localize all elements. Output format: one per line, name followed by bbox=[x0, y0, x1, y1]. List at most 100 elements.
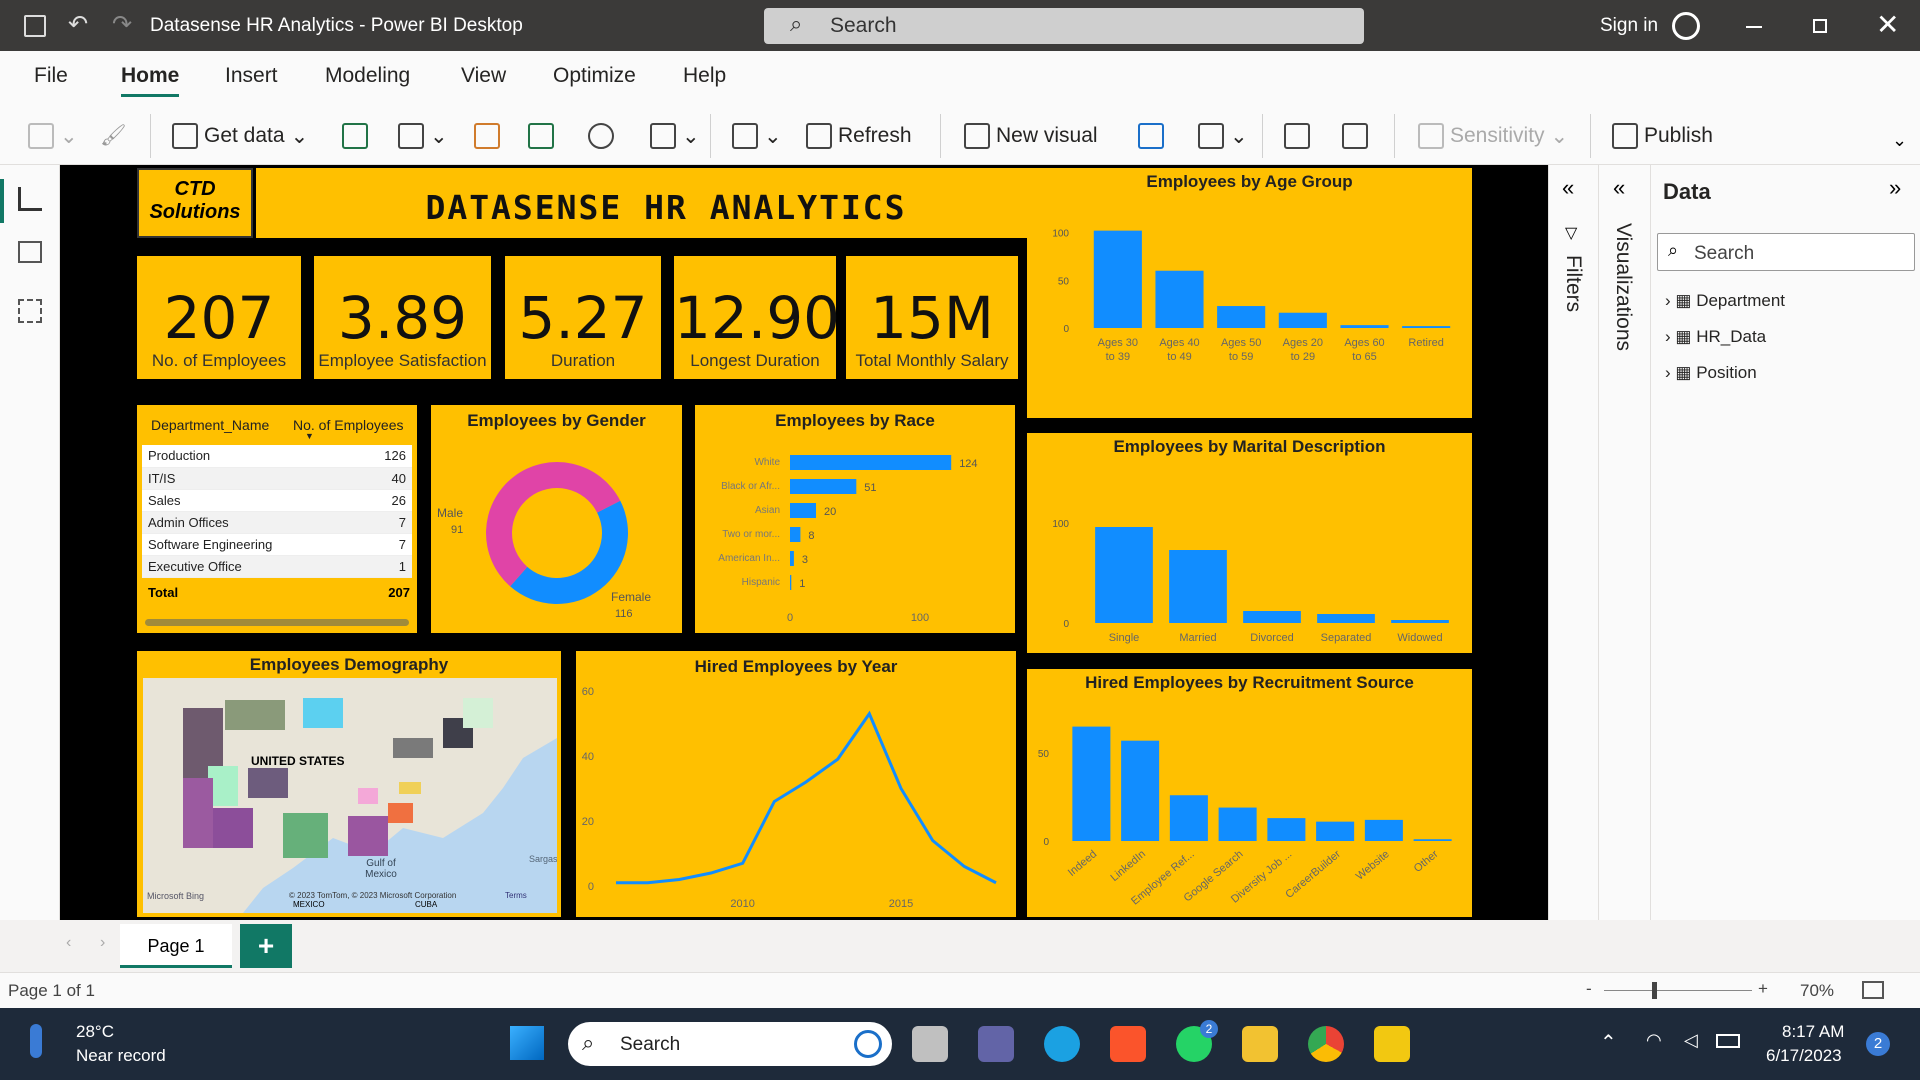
gender-chart-card[interactable]: Employees by Gender Male 91 Female 116 bbox=[431, 405, 682, 633]
undo-icon[interactable]: ↶ bbox=[68, 10, 88, 39]
restore-icon[interactable] bbox=[1813, 19, 1827, 33]
zoom-in-button[interactable]: + bbox=[1758, 979, 1768, 999]
clock-time[interactable]: 8:17 AM bbox=[1782, 1022, 1844, 1042]
get-data-button[interactable]: Get data ⌄ bbox=[172, 120, 308, 152]
race-chart-card[interactable]: Employees by Race White 124 Black or Afr..… bbox=[695, 405, 1015, 633]
task-view-icon[interactable] bbox=[912, 1026, 948, 1062]
data-pane-title: Data bbox=[1663, 179, 1711, 204]
clock-date[interactable]: 6/17/2023 bbox=[1766, 1046, 1842, 1066]
weather-desc[interactable]: Near record bbox=[76, 1046, 166, 1066]
power-bi-icon[interactable] bbox=[1374, 1026, 1410, 1062]
quick-measure-button[interactable] bbox=[1342, 120, 1368, 152]
table-view-icon[interactable] bbox=[18, 241, 42, 263]
menu-insert[interactable]: Insert bbox=[225, 64, 278, 88]
new-visual-button[interactable]: New visual bbox=[964, 120, 1098, 152]
sql-button[interactable] bbox=[474, 120, 500, 152]
marital-chart-card[interactable]: Employees by Marital Description 0 100 Sin… bbox=[1027, 433, 1472, 653]
menu-optimize[interactable]: Optimize bbox=[553, 64, 636, 88]
fit-page-icon[interactable] bbox=[1862, 981, 1884, 999]
bar bbox=[1364, 819, 1403, 841]
windows-start-icon[interactable] bbox=[510, 1026, 544, 1060]
tray-chevron-icon[interactable]: ⌃ bbox=[1600, 1030, 1617, 1055]
weather-temp[interactable]: 28°C bbox=[76, 1022, 114, 1042]
model-view-icon[interactable] bbox=[18, 299, 42, 323]
brave-icon[interactable] bbox=[1110, 1026, 1146, 1062]
volume-icon[interactable]: ◁ bbox=[1684, 1030, 1698, 1051]
paste-button[interactable]: ⌄ bbox=[28, 120, 78, 152]
wifi-icon[interactable]: ◠ bbox=[1646, 1030, 1662, 1051]
title-search-box[interactable]: ⌕ Search bbox=[764, 8, 1364, 44]
y-tick-label: 40 bbox=[582, 751, 594, 763]
ribbon-collapse-icon[interactable]: ⌄ bbox=[1892, 130, 1907, 151]
add-page-button[interactable]: + bbox=[240, 924, 292, 968]
save-icon[interactable] bbox=[24, 15, 46, 37]
new-measure-button[interactable] bbox=[1284, 120, 1310, 152]
onelake-button[interactable]: ⌄ bbox=[398, 120, 448, 152]
account-icon[interactable] bbox=[1672, 12, 1700, 40]
chrome-icon[interactable] bbox=[1308, 1026, 1344, 1062]
zoom-thumb[interactable] bbox=[1652, 982, 1657, 999]
dataverse-button[interactable] bbox=[588, 120, 614, 152]
edge-icon[interactable] bbox=[1044, 1026, 1080, 1062]
format-painter-button[interactable]: 🖌 bbox=[100, 120, 127, 152]
table-scrollbar[interactable] bbox=[145, 619, 409, 626]
minimize-icon[interactable] bbox=[1746, 26, 1762, 28]
recent-sources-button[interactable]: ⌄ bbox=[650, 120, 700, 152]
table-item-hr-data[interactable]: › ▦ HR_Data bbox=[1665, 327, 1766, 347]
redo-icon[interactable]: ↷ bbox=[112, 10, 132, 39]
text-box-button[interactable] bbox=[1138, 120, 1164, 152]
visualizations-label[interactable]: Visualizations bbox=[1611, 223, 1635, 351]
filters-pane[interactable]: « ▽ Filters bbox=[1548, 165, 1598, 920]
clock-icon bbox=[650, 123, 676, 149]
prev-page-icon[interactable]: ‹ bbox=[66, 934, 71, 952]
recruitment-chart-card[interactable]: Hired Employees by Recruitment Source 05… bbox=[1027, 669, 1472, 917]
visualizations-pane[interactable]: « Visualizations bbox=[1598, 165, 1650, 920]
col-department[interactable]: Department_Name bbox=[151, 417, 269, 433]
notification-badge[interactable]: 2 bbox=[1866, 1032, 1890, 1056]
menu-file[interactable]: File bbox=[34, 64, 68, 88]
report-view-icon[interactable] bbox=[18, 187, 42, 211]
taskbar-search[interactable]: ⌕ Search bbox=[568, 1022, 892, 1066]
zoom-out-button[interactable]: - bbox=[1586, 979, 1592, 999]
expand-viz-icon[interactable]: « bbox=[1613, 175, 1625, 201]
age-chart-card[interactable]: Employees by Age Group 0 50 100 Ages 30 to 3… bbox=[1027, 168, 1472, 418]
expand-filters-icon[interactable]: « bbox=[1562, 175, 1574, 201]
collapse-data-icon[interactable]: » bbox=[1889, 175, 1901, 201]
year-chart-card[interactable]: Hired Employees by Year 0 20 40 60 2010 2015 bbox=[576, 651, 1016, 917]
menu-modeling[interactable]: Modeling bbox=[325, 64, 410, 88]
map-credit: © 2023 TomTom, © 2023 Microsoft Corporat… bbox=[289, 891, 457, 900]
close-icon[interactable]: ✕ bbox=[1876, 8, 1899, 41]
department-table-card[interactable]: Department_Name No. of Employees ▼ Produ… bbox=[137, 405, 417, 633]
table-item-department[interactable]: › ▦ Department bbox=[1665, 291, 1785, 311]
teams-icon[interactable] bbox=[978, 1026, 1014, 1062]
refresh-button[interactable]: Refresh bbox=[806, 120, 912, 152]
bar bbox=[790, 575, 792, 590]
menu-home[interactable]: Home bbox=[121, 64, 180, 97]
file-explorer-icon[interactable] bbox=[1242, 1026, 1278, 1062]
page-tab-1[interactable]: Page 1 bbox=[120, 924, 232, 968]
bing-icon[interactable] bbox=[854, 1030, 882, 1058]
table-item-position[interactable]: › ▦ Position bbox=[1665, 363, 1757, 383]
y-tick-label: 100 bbox=[1052, 519, 1069, 530]
map-card[interactable]: Employees Demography UNITED STATES Gulf … bbox=[137, 651, 561, 917]
transform-data-button[interactable]: ⌄ bbox=[732, 120, 782, 152]
sign-in-link[interactable]: Sign in bbox=[1600, 0, 1658, 51]
data-search-input[interactable]: ⌕ Search bbox=[1657, 233, 1915, 271]
sensitivity-button[interactable]: Sensitivity ⌄ bbox=[1418, 120, 1568, 152]
menu-view[interactable]: View bbox=[461, 64, 506, 88]
more-visuals-button[interactable]: ⌄ bbox=[1198, 120, 1248, 152]
map-view[interactable]: UNITED STATES Gulf of Mexico MEXICO CUBA… bbox=[143, 678, 557, 913]
taskbar: 28°C Near record ⌕ Search 2 ⌃ ◠ ◁ 8:17 A… bbox=[0, 1008, 1920, 1080]
bar bbox=[1391, 620, 1449, 623]
next-page-icon[interactable]: › bbox=[100, 934, 105, 952]
menu-help[interactable]: Help bbox=[683, 64, 726, 88]
battery-icon[interactable] bbox=[1716, 1034, 1740, 1048]
map-terms-link[interactable]: Terms bbox=[505, 891, 527, 900]
excel-button[interactable] bbox=[342, 120, 368, 152]
department-table: Production 126 IT/IS 40 Sales 26 Admin Offi… bbox=[142, 445, 412, 578]
paste-icon bbox=[28, 123, 54, 149]
filters-label[interactable]: Filters bbox=[1561, 255, 1585, 312]
publish-button[interactable]: Publish bbox=[1612, 120, 1713, 152]
enter-data-button[interactable] bbox=[528, 120, 554, 152]
zoom-slider[interactable] bbox=[1604, 982, 1752, 999]
